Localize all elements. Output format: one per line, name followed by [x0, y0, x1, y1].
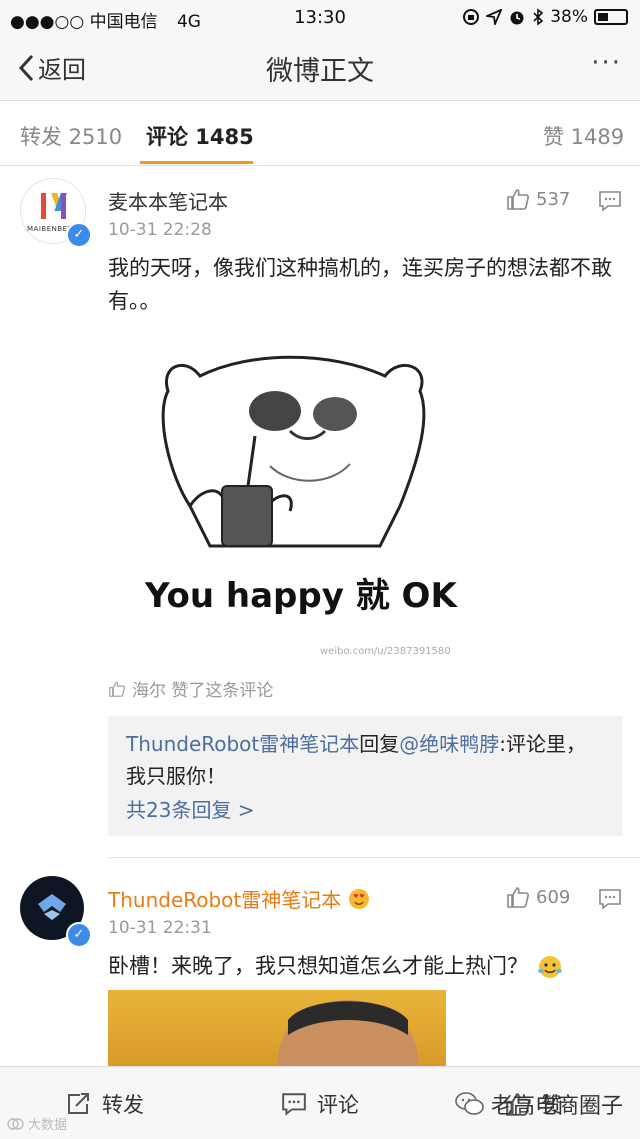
comment-label: 评论	[317, 1093, 359, 1117]
orientation-lock-icon	[463, 9, 480, 25]
repost-button[interactable]: 转发	[66, 1089, 144, 1119]
reply-thread-box[interactable]: ThundeRobot雷神笔记本回复@绝味鸭脖:评论里，我只服你！ 共23条回复…	[108, 716, 622, 836]
bear-meme-illustration	[161, 355, 426, 548]
comment-icon	[282, 1093, 306, 1116]
tab-repost[interactable]: 转发 2510	[20, 121, 122, 151]
more-options-button[interactable]: ···	[591, 48, 622, 78]
reply-content: ThundeRobot雷神笔记本回复@绝味鸭脖:评论里，我只服你！	[126, 728, 604, 792]
location-icon	[486, 9, 503, 25]
comment-item: ✓ ThundeRobot雷神笔记本 10-31 22:31 609 卧槽！来晚…	[0, 858, 640, 1066]
thumbs-up-icon	[507, 887, 529, 908]
smiling-emoji-icon	[538, 955, 562, 978]
liked-by-text: 海尔 赞了这条评论	[132, 681, 274, 701]
tab-comments[interactable]: 评论 1485	[146, 121, 254, 151]
thumbs-up-icon	[507, 189, 529, 210]
comment-item: MAIBENBEN ✓ 麦本本笔记本 10-31 22:28 537 我的天呀，…	[0, 166, 640, 866]
comment-username-text: ThundeRobot雷神笔记本	[108, 888, 342, 912]
repost-label: 转发	[102, 1093, 144, 1117]
heart-eyes-emoji-icon	[349, 888, 370, 909]
meme-caption: You happy 就 OK	[145, 576, 457, 616]
comment-time: 10-31 22:31	[108, 918, 212, 938]
watermark-logo-icon	[7, 1117, 24, 1130]
like-button[interactable]: 609	[506, 886, 570, 908]
comment-image[interactable]	[108, 990, 446, 1066]
battery-icon	[594, 9, 628, 25]
share-icon	[68, 1093, 89, 1114]
view-more-replies-link[interactable]: 共23条回复 >	[126, 794, 604, 826]
nav-bar: 返回 微博正文 ···	[0, 34, 640, 101]
bluetooth-icon	[533, 8, 544, 26]
active-tab-indicator	[140, 161, 253, 164]
corner-watermark: 大数据	[6, 1114, 67, 1133]
image-watermark: weibo.com/u/2387391580	[320, 646, 451, 657]
liked-by-notice: 海尔 赞了这条评论	[108, 676, 273, 701]
thumbs-up-small-icon	[109, 681, 126, 697]
verified-badge-icon: ✓	[66, 922, 92, 948]
comment-text: 卧槽！来晚了，我只想知道怎么才能上热门？	[108, 950, 618, 983]
reply-comment-icon[interactable]	[598, 888, 622, 910]
wechat-watermark: 老高电商圈子	[455, 1088, 623, 1120]
corner-watermark-text: 大数据	[28, 1118, 68, 1133]
photo-face-illustration	[278, 1000, 418, 1066]
wechat-watermark-text: 老高电商圈子	[491, 1094, 624, 1119]
comment-text: 我的天呀，像我们这种搞机的，连买房子的想法都不敢有。。	[108, 256, 612, 313]
like-count: 609	[536, 886, 571, 908]
like-button[interactable]: 537	[506, 188, 570, 210]
reply-author-link[interactable]: ThundeRobot雷神笔记本	[126, 732, 359, 756]
status-bar: ●●●○○ 中国电信 4G 13:30 38%	[0, 0, 640, 34]
comment-button[interactable]: 评论	[281, 1089, 359, 1119]
verified-badge-icon: ✓	[66, 222, 92, 248]
status-right: 38%	[462, 7, 628, 27]
reply-verb: 回复	[359, 732, 400, 756]
battery-percent: 38%	[550, 7, 588, 27]
page-title: 微博正文	[266, 56, 374, 87]
comment-image[interactable]: You happy 就 OK weibo.com/u/2387391580	[130, 336, 460, 666]
reply-mention-link[interactable]: @绝味鸭脖	[399, 732, 499, 756]
tab-likes[interactable]: 赞 1489	[543, 121, 624, 151]
battery-level-fill	[598, 13, 608, 21]
comment-username[interactable]: 麦本本笔记本	[108, 186, 228, 215]
reply-comment-icon[interactable]	[598, 190, 622, 212]
tab-bar: 转发 2510 评论 1485 赞 1489	[0, 101, 640, 166]
alarm-icon	[510, 11, 524, 25]
comment-text-content: 卧槽！来晚了，我只想知道怎么才能上热门？	[108, 954, 528, 978]
like-count: 537	[536, 188, 571, 210]
wechat-logo-icon	[455, 1092, 484, 1115]
comment-time: 10-31 22:28	[108, 220, 212, 240]
comment-username[interactable]: ThundeRobot雷神笔记本	[108, 884, 371, 913]
